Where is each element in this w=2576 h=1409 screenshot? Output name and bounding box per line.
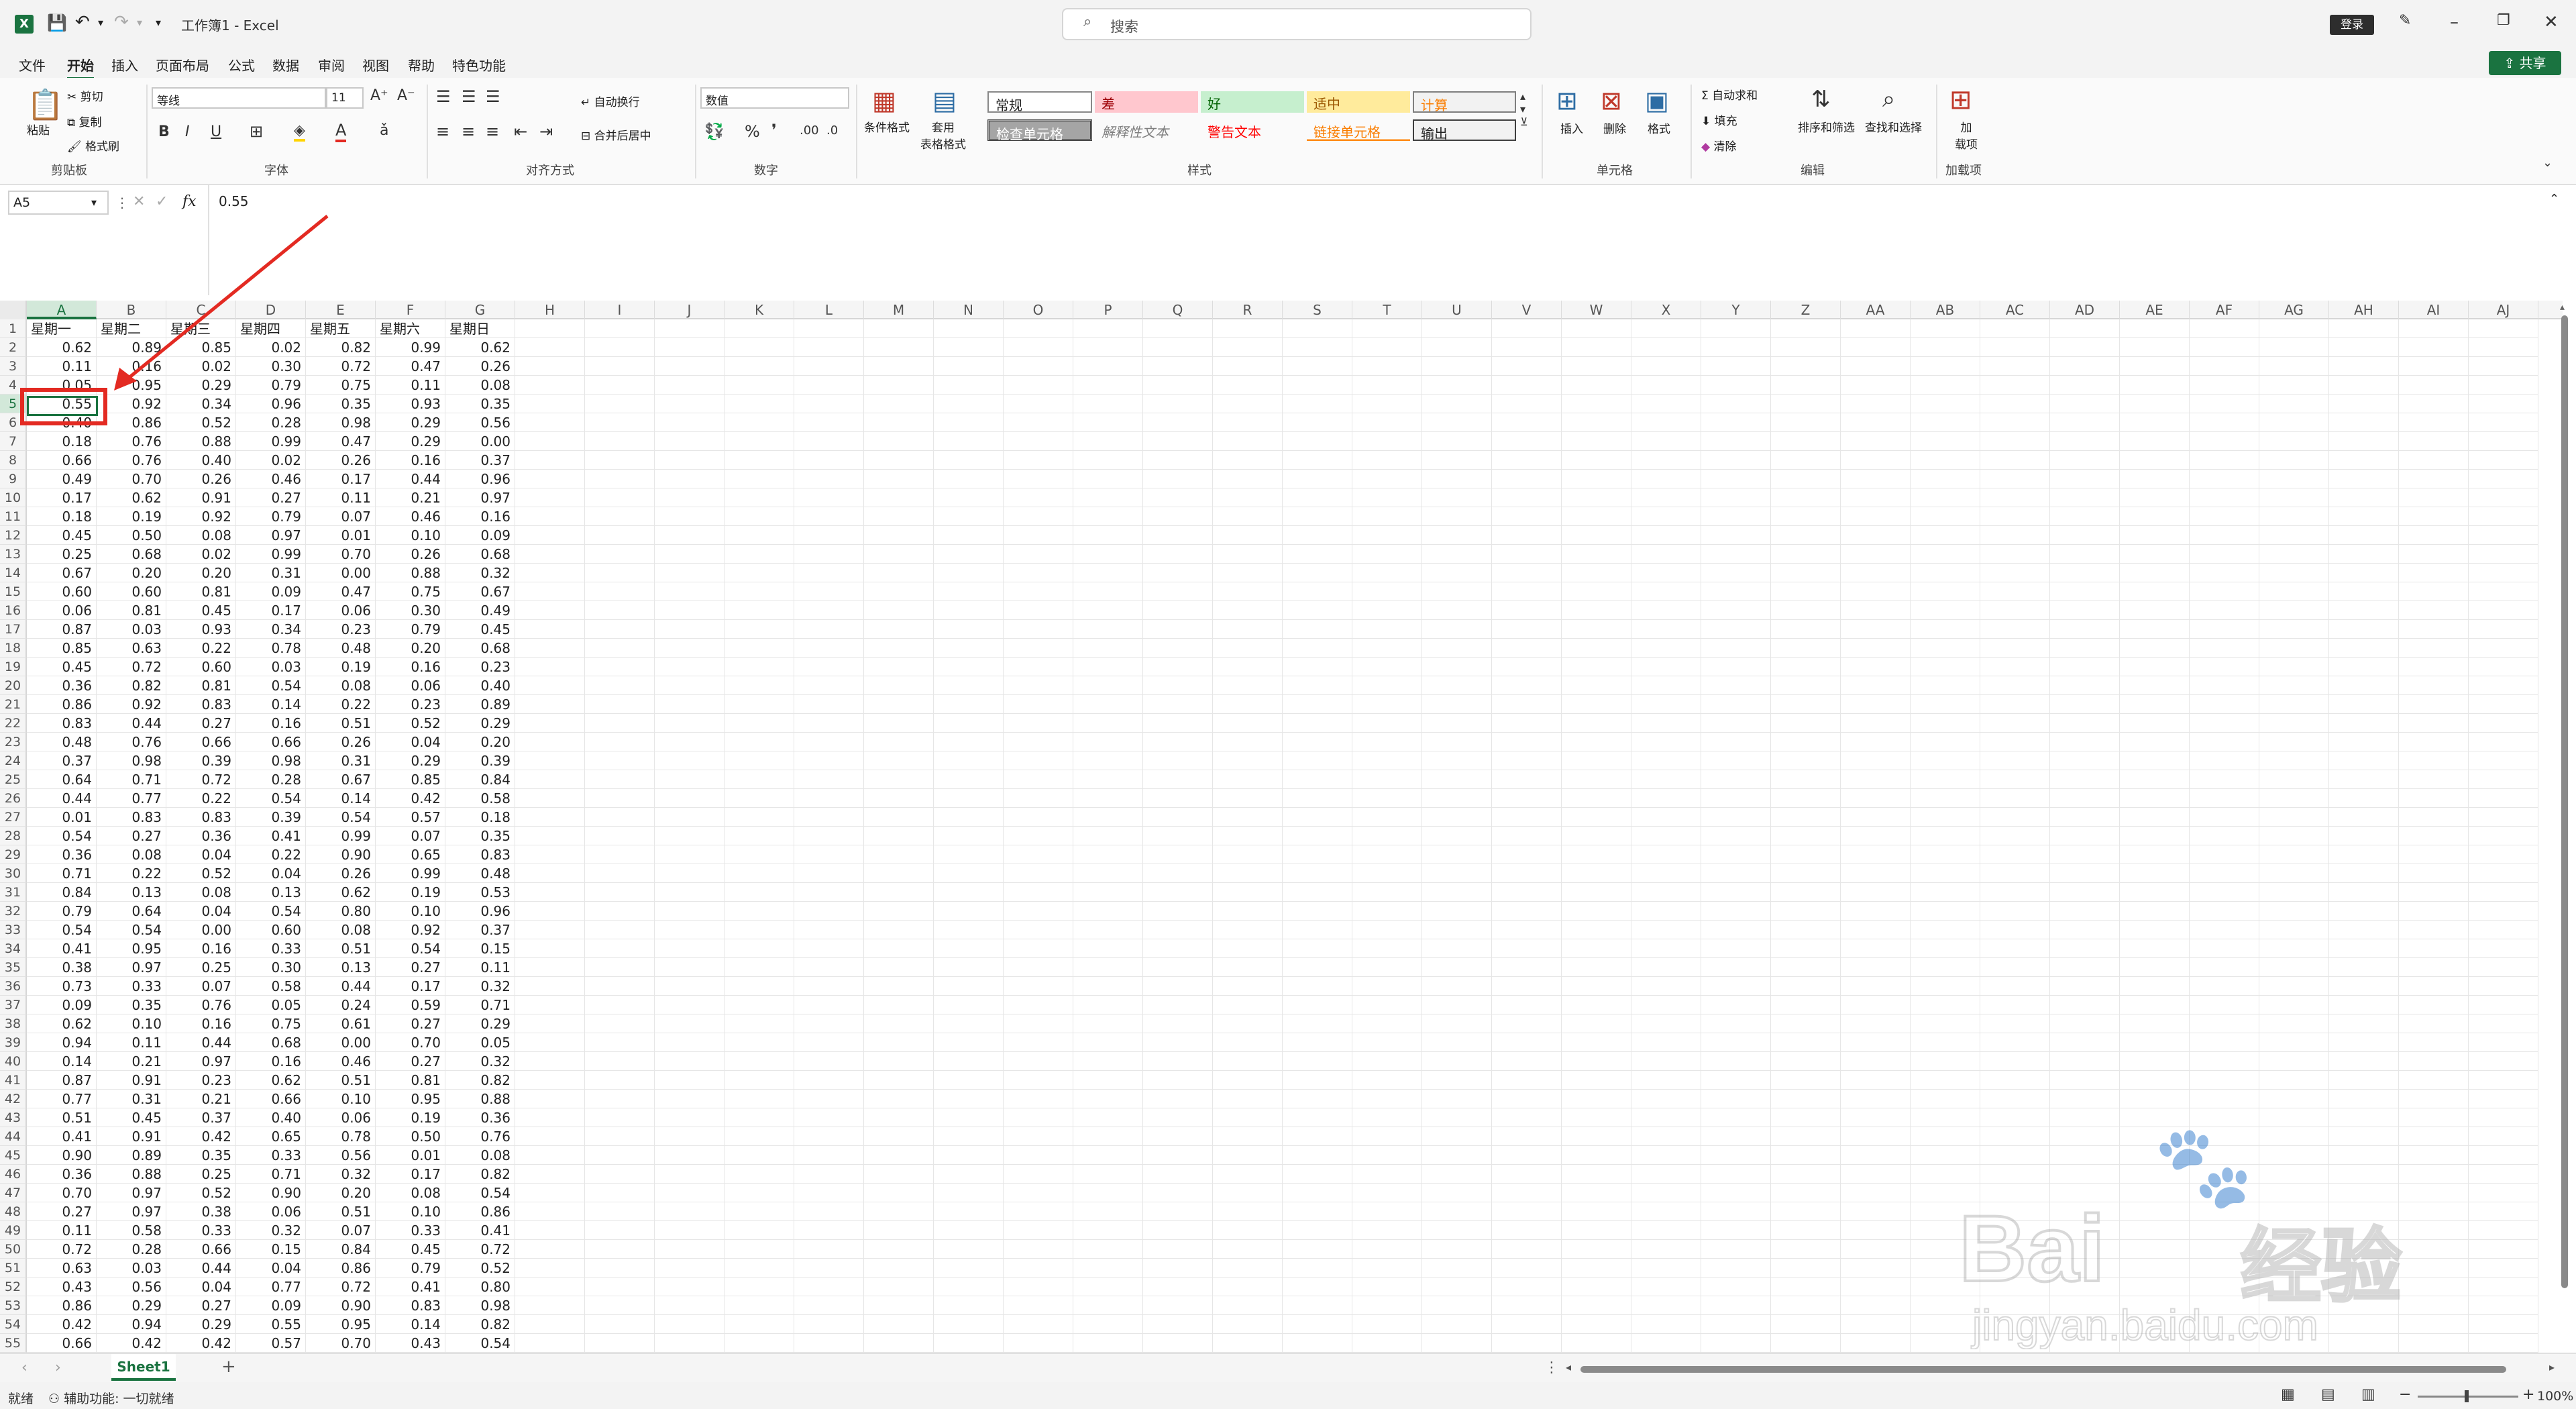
accessibility-status[interactable]: ⚇ 辅助功能: 一切就绪	[48, 1389, 174, 1407]
arrow-shaft	[123, 215, 329, 382]
add-sheet-button[interactable]: +	[221, 1357, 236, 1377]
ready-status: 就绪	[8, 1392, 34, 1406]
vertical-scrollbar[interactable]	[2561, 315, 2568, 1288]
zoom-slider-thumb[interactable]	[2465, 1390, 2469, 1402]
scroll-left-icon[interactable]: ◂	[1566, 1361, 1571, 1373]
page-break-view-icon[interactable]: ▥	[2361, 1386, 2375, 1403]
zoom-in-icon[interactable]: +	[2522, 1386, 2534, 1403]
scroll-right-icon[interactable]: ▸	[2549, 1361, 2555, 1373]
accessibility-icon: ⚇	[48, 1392, 64, 1406]
zoom-level[interactable]: 100%	[2537, 1389, 2573, 1404]
horizontal-scrollbar[interactable]	[1580, 1366, 2506, 1373]
scroll-up-icon[interactable]: ▴	[2560, 302, 2565, 313]
watermark-brand: Bai	[1957, 1194, 2106, 1302]
next-sheet-icon[interactable]: ›	[55, 1359, 61, 1376]
zoom-slider[interactable]	[2418, 1390, 2518, 1402]
sheet-tab-sheet1[interactable]: Sheet1	[111, 1354, 176, 1381]
page-layout-view-icon[interactable]: ▤	[2321, 1386, 2335, 1403]
prev-sheet-icon[interactable]: ‹	[21, 1359, 28, 1376]
accessibility-label: 辅助功能: 一切就绪	[64, 1392, 174, 1406]
more-options-icon[interactable]: ⋮	[1544, 1359, 1559, 1376]
normal-view-icon[interactable]: ▦	[2281, 1386, 2295, 1403]
baidu-watermark: 🐾 Bai 经验 jingyan.baidu.com	[1957, 1120, 2482, 1362]
zoom-out-icon[interactable]: −	[2399, 1386, 2411, 1403]
watermark-url: jingyan.baidu.com	[1972, 1300, 2319, 1350]
status-bar: 就绪 ⚇ 辅助功能: 一切就绪 ▦ ▤ ▥ − + 100%	[0, 1382, 2576, 1409]
arrow-head	[114, 368, 137, 390]
paw-logo-icon: 🐾	[2153, 1120, 2254, 1214]
